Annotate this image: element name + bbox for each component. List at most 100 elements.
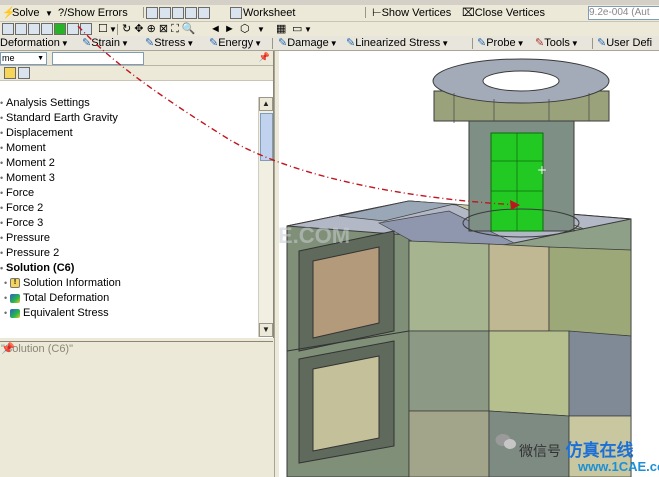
rotate-icon[interactable]: ↻ xyxy=(122,23,131,35)
tree-item-displacement[interactable]: • Displacement xyxy=(0,126,73,141)
outline-tree-panel: me ▼ 📌 • Analysis Settings • Standard Eart… xyxy=(0,51,274,338)
results-toolbar: Deformation▼ ✎Strain▼ ✎Stress▼ ✎Energy▼ … xyxy=(0,36,659,51)
strain-menu[interactable]: ✎Strain▼ xyxy=(82,36,129,50)
watermark-center: 1CAE.COM xyxy=(279,223,351,248)
expand-tree-icon[interactable] xyxy=(4,67,17,80)
watermark-brand: 仿真在线 xyxy=(565,441,634,461)
chevron-down-icon: ▼ xyxy=(37,55,44,62)
probe-menu[interactable]: ✎Probe▼ xyxy=(477,36,525,50)
deformation-menu[interactable]: Deformation▼ xyxy=(0,36,69,50)
tree-item-equivalent-stress[interactable]: • Equivalent Stress xyxy=(4,306,109,321)
select-mode-icon[interactable] xyxy=(15,23,27,36)
show-vertices-button[interactable]: ⊢Show Vertices xyxy=(372,6,451,20)
user-defined-result-button[interactable]: ✎User Defi xyxy=(597,36,652,50)
filter-search-input[interactable] xyxy=(52,52,144,65)
linearized-stress-label: Linearized Stress xyxy=(355,37,441,49)
tree-item-label: Total Deformation xyxy=(23,292,110,304)
tree-item-pressure[interactable]: • Pressure xyxy=(0,231,50,246)
details-panel xyxy=(0,356,273,477)
select-face-icon[interactable] xyxy=(159,7,171,20)
tree-item-total-deformation[interactable]: • Total Deformation xyxy=(4,291,109,306)
stress-menu[interactable]: ✎Stress▼ xyxy=(145,36,194,50)
scroll-thumb[interactable] xyxy=(260,113,273,161)
graphics-viewport[interactable]: + 1CAE.COM xyxy=(279,51,659,477)
scroll-up-icon[interactable]: ▲ xyxy=(259,97,273,111)
pan-icon[interactable]: ✥ xyxy=(134,23,143,35)
view-nav-icons: ↻ ✥ ⊕ ⊠ ⛶ 🔍 xyxy=(122,22,196,36)
collapse-tree-icon[interactable] xyxy=(18,67,31,80)
select-edge-icon[interactable] xyxy=(172,7,184,20)
new-section-icon[interactable] xyxy=(2,23,14,36)
tree-scrollbar[interactable]: ▲ ▼ xyxy=(258,97,273,337)
stress-icon: ✎ xyxy=(145,37,155,49)
energy-label: Energy xyxy=(218,37,254,49)
filter-select[interactable]: me ▼ xyxy=(0,52,47,65)
cursor-mode-dropdown[interactable]: ▼ xyxy=(108,22,117,36)
iso-view-dropdown[interactable]: ▼ xyxy=(256,22,265,36)
tree-item-label: Pressure 2 xyxy=(6,247,60,259)
edge-select-icon[interactable] xyxy=(41,23,53,36)
tree-item-moment-2[interactable]: • Moment 2 xyxy=(0,156,55,171)
contour-result-icon xyxy=(10,293,20,303)
zoom-icon[interactable]: ⊕ xyxy=(147,23,156,35)
worksheet-button[interactable]: Worksheet xyxy=(230,6,295,20)
magnifier-icon[interactable]: 🔍 xyxy=(182,23,196,35)
tree-item-label: Standard Earth Gravity xyxy=(6,112,118,124)
tree-item-force-3[interactable]: • Force 3 xyxy=(0,216,43,231)
stress-label: Stress xyxy=(154,37,186,49)
show-errors-button[interactable]: ?/Show Errors xyxy=(58,6,128,20)
separator xyxy=(143,7,144,18)
select-icon[interactable] xyxy=(146,7,158,20)
pin-icon[interactable]: 📌 xyxy=(1,342,270,356)
face-select-icon[interactable] xyxy=(28,23,40,36)
zoom-box-icon[interactable]: ⊠ xyxy=(159,23,168,35)
filter-select-value: me xyxy=(2,53,15,63)
linearized-stress-icon: ✎ xyxy=(346,37,356,49)
node-select-icon[interactable] xyxy=(67,23,79,36)
tree-item-label: Moment xyxy=(6,142,46,154)
isometric-view-icon[interactable]: ⬡ xyxy=(240,22,250,36)
scroll-down-icon[interactable]: ▼ xyxy=(259,323,273,337)
linearized-stress-menu[interactable]: ✎Linearized Stress▼ xyxy=(346,36,449,50)
tree-item-label: Analysis Settings xyxy=(6,97,90,109)
solve-button[interactable]: Solve xyxy=(12,6,40,20)
tree-item-force-2[interactable]: • Force 2 xyxy=(0,201,43,216)
vertex-tolerance-field[interactable]: 9.2e-004 (Aut xyxy=(588,6,659,20)
tree-toolbar xyxy=(0,66,273,81)
view-tool-icons[interactable] xyxy=(146,6,211,20)
worksheet-label: Worksheet xyxy=(243,7,296,19)
wireframe-icon[interactable]: ▦ xyxy=(276,22,286,36)
energy-menu[interactable]: ✎Energy▼ xyxy=(209,36,262,50)
next-view-icon[interactable]: ► xyxy=(224,22,235,36)
tree-item-standard-earth-gravity[interactable]: • Standard Earth Gravity xyxy=(0,111,118,126)
tree-item-solution-information[interactable]: •! Solution Information xyxy=(4,276,121,291)
tree-item-label: Solution Information xyxy=(23,277,121,289)
separator xyxy=(592,38,593,49)
tree-item-moment[interactable]: • Moment xyxy=(0,141,46,156)
layout-icon[interactable]: ▭ xyxy=(292,22,302,36)
tree-item-pressure-2[interactable]: • Pressure 2 xyxy=(0,246,59,261)
tools-menu[interactable]: ✎Tools▼ xyxy=(535,36,579,50)
tree-item-force[interactable]: • Force xyxy=(0,186,34,201)
damage-menu[interactable]: ✎Damage▼ xyxy=(278,36,338,50)
separator xyxy=(117,24,118,35)
tree-item-analysis-settings[interactable]: • Analysis Settings xyxy=(0,96,90,111)
pin-icon[interactable]: 📌 xyxy=(259,52,270,63)
body-select-icon[interactable] xyxy=(54,23,66,36)
close-vertices-button[interactable]: ⌧Close Vertices xyxy=(462,6,545,20)
cursor-mode-icon[interactable]: ☐ xyxy=(98,22,108,36)
select-vertex-icon[interactable] xyxy=(185,7,197,20)
tree-item-moment-3[interactable]: • Moment 3 xyxy=(0,171,55,186)
solve-dropdown[interactable]: ▼ xyxy=(44,6,53,20)
strain-label: Strain xyxy=(91,37,120,49)
zoom-fit-icon[interactable]: ⛶ xyxy=(171,23,179,35)
tree-item-solution[interactable]: • Solution (C6) xyxy=(0,261,74,276)
layout-dropdown[interactable]: ▼ xyxy=(303,22,312,36)
info-icon: ! xyxy=(10,278,20,289)
previous-view-icon[interactable]: ◄ xyxy=(210,22,221,36)
select-body-icon[interactable] xyxy=(198,7,210,20)
wechat-icon xyxy=(495,434,516,449)
tree-item-label: Displacement xyxy=(6,127,73,139)
element-select-icon[interactable] xyxy=(80,23,92,36)
tools-icon: ✎ xyxy=(535,37,545,49)
